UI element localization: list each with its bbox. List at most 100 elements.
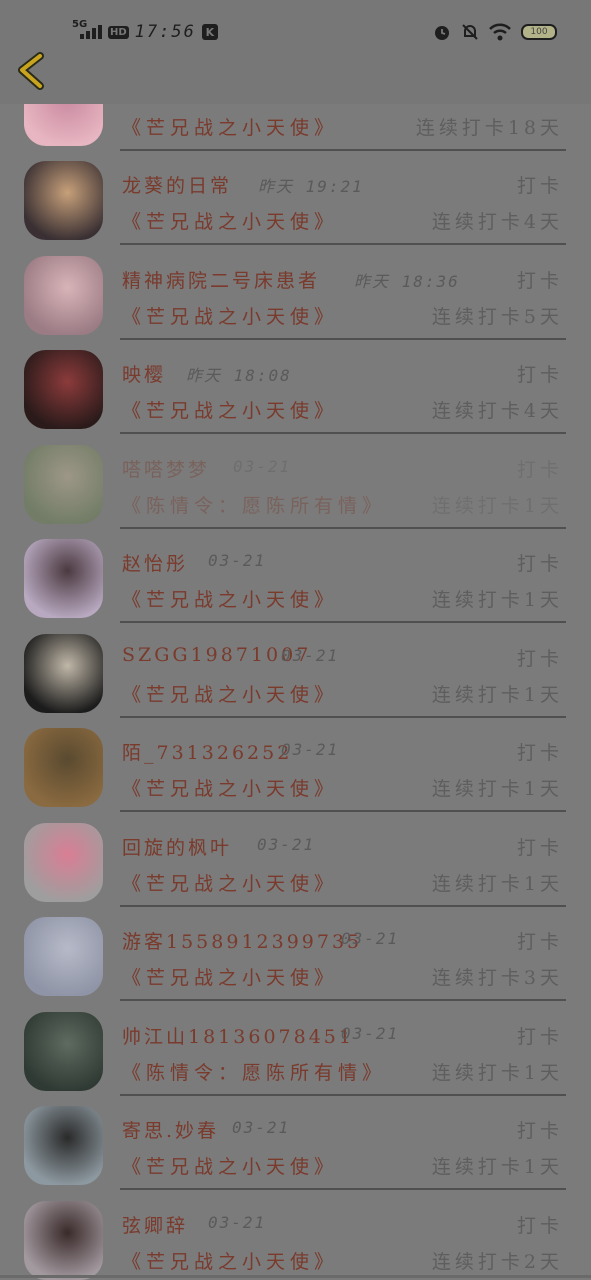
streak-count: 连续打卡1天 [431, 873, 563, 895]
avatar[interactable] [24, 1012, 103, 1091]
list-item[interactable]: 陌_731326252 03-21 打卡 《芒兄战之小天使》 连续打卡1天 [0, 718, 591, 813]
streak-count: 连续打卡1天 [431, 1062, 563, 1084]
book-title: 《芒兄战之小天使》 [122, 778, 339, 800]
hd-badge: HD [108, 25, 129, 39]
book-title: 《芒兄战之小天使》 [122, 1156, 339, 1178]
list-item[interactable]: 嗒嗒梦梦 03-21 打卡 《陈情令：愿陈所有情》 连续打卡1天 [0, 435, 591, 530]
list-item[interactable]: 帅江山18136078451 03-21 打卡 《陈情令：愿陈所有情》 连续打卡1天 [0, 1002, 591, 1097]
avatar[interactable] [24, 350, 103, 429]
status-bar: 5G HD 17:56 K 100 [0, 0, 591, 52]
avatar[interactable] [24, 917, 103, 996]
book-title: 《芒兄战之小天使》 [122, 967, 339, 989]
book-title: 《芒兄战之小天使》 [122, 589, 339, 611]
avatar[interactable] [24, 1201, 103, 1280]
list-item[interactable]: 《芒兄战之小天使》 连续打卡18天 [0, 104, 591, 152]
book-title: 《芒兄战之小天使》 [122, 306, 339, 328]
avatar[interactable] [24, 1106, 103, 1185]
user-name: 游客1558912399735 [122, 931, 363, 953]
checkin-action: 打卡 [516, 270, 563, 292]
user-name: 精神病院二号床患者 [122, 270, 321, 292]
checkin-time: 昨天 18:36 [354, 272, 460, 291]
book-title: 《芒兄战之小天使》 [122, 400, 339, 422]
battery-icon: 100 [521, 24, 557, 40]
alarm-icon [435, 26, 449, 40]
checkin-action: 打卡 [516, 175, 563, 197]
avatar[interactable] [24, 634, 103, 713]
app-notification-icon: K [201, 24, 218, 40]
book-title: 《芒兄战之小天使》 [122, 1251, 339, 1273]
streak-count: 连续打卡18天 [415, 117, 563, 139]
user-name: 帅江山18136078451 [122, 1026, 354, 1048]
list-item[interactable]: 精神病院二号床患者 昨天 18:36 打卡《芒兄战之小天使》 连续打卡5天 [0, 246, 591, 341]
wifi-icon [489, 23, 511, 41]
avatar[interactable] [24, 823, 103, 902]
row-divider [120, 432, 566, 434]
book-title: 《陈情令：愿陈所有情》 [122, 495, 387, 517]
streak-count: 连续打卡5天 [431, 306, 563, 328]
streak-count: 连续打卡1天 [431, 778, 563, 800]
book-title: 《芒兄战之小天使》 [122, 684, 339, 706]
list-item[interactable]: 弦卿辞 03-21 打卡《芒兄战之小天使》 连续打卡2天 [0, 1191, 591, 1280]
avatar[interactable] [24, 161, 103, 240]
checkin-time: 昨天 19:21 [258, 177, 364, 196]
checkin-list: 《芒兄战之小天使》 连续打卡18天 龙葵的日常 昨天 19:21 打卡 《芒兄战之小天使》… [0, 104, 591, 1280]
checkin-action: 打卡 [516, 1120, 563, 1142]
signal-icon: 5G [72, 19, 102, 43]
back-button[interactable] [14, 52, 50, 90]
checkin-action: 打卡 [516, 648, 563, 670]
checkin-time: 昨天 18:08 [186, 366, 292, 385]
checkin-action: 打卡 [516, 364, 563, 386]
checkin-time: 03-21 [208, 1213, 267, 1232]
user-name: 陌_731326252 [122, 742, 293, 764]
row-divider [120, 243, 566, 245]
mute-bell-icon [462, 24, 478, 40]
checkin-action: 打卡 [516, 931, 563, 953]
checkin-time: 03-21 [257, 835, 316, 854]
checkin-action: 打卡 [516, 459, 563, 481]
clock: 17:56 [134, 22, 196, 42]
chevron-left-icon [18, 52, 44, 90]
checkin-time: 03-21 [208, 551, 267, 570]
avatar[interactable] [24, 104, 103, 146]
checkin-time: 03-21 [281, 646, 340, 665]
user-name: 弦卿辞 [122, 1215, 189, 1237]
status-right: 100 [433, 20, 557, 44]
streak-count: 连续打卡4天 [431, 400, 563, 422]
streak-count: 连续打卡1天 [431, 684, 563, 706]
row-divider [120, 810, 566, 812]
nav-bar [0, 52, 591, 104]
checkin-action: 打卡 [516, 553, 563, 575]
checkin-action: 打卡 [516, 1026, 563, 1048]
checkin-action: 打卡 [516, 837, 563, 859]
checkin-time: 03-21 [232, 1118, 291, 1137]
avatar[interactable] [24, 728, 103, 807]
book-title: 《芒兄战之小天使》 [122, 211, 339, 233]
checkin-time: 03-21 [233, 457, 292, 476]
avatar[interactable] [24, 445, 103, 524]
list-item[interactable]: 回旋的枫叶 03-21 打卡《芒兄战之小天使》 连续打卡1天 [0, 813, 591, 908]
streak-count: 连续打卡1天 [431, 589, 563, 611]
list-item[interactable]: SZGG19871007 03-21 打卡 《芒兄战之小天使》 连续打卡1天 [0, 624, 591, 719]
checkin-action: 打卡 [516, 1215, 563, 1237]
book-title: 《芒兄战之小天使》 [122, 117, 339, 139]
row-divider [120, 999, 566, 1001]
user-name: 回旋的枫叶 [122, 837, 233, 859]
streak-count: 连续打卡3天 [431, 967, 563, 989]
list-item[interactable]: 寄思.妙春 03-21 打卡《芒兄战之小天使》 连续打卡1天 [0, 1096, 591, 1191]
user-name: 寄思.妙春 [122, 1120, 220, 1142]
avatar[interactable] [24, 539, 103, 618]
streak-count: 连续打卡2天 [431, 1251, 563, 1273]
checkin-time: 03-21 [341, 1024, 400, 1043]
list-item[interactable]: 映樱 昨天 18:08 打卡《芒兄战之小天使》 连续打卡4天 [0, 340, 591, 435]
avatar[interactable] [24, 256, 103, 335]
streak-count: 连续打卡1天 [431, 1156, 563, 1178]
book-title: 《芒兄战之小天使》 [122, 873, 339, 895]
row-divider [120, 621, 566, 623]
list-item[interactable]: 龙葵的日常 昨天 19:21 打卡 《芒兄战之小天使》 连续打卡4天 [0, 151, 591, 246]
user-name: 映樱 [122, 364, 167, 386]
list-item[interactable]: 赵怡彤 03-21 打卡 《芒兄战之小天使》 连续打卡1天 [0, 529, 591, 624]
user-name: 嗒嗒梦梦 [122, 459, 211, 481]
checkin-time: 03-21 [341, 929, 400, 948]
list-item[interactable]: 游客1558912399735 03-21 打卡《芒兄战之小天使》 连续打卡3天 [0, 907, 591, 1002]
status-left: 5G HD 17:56 K [72, 18, 218, 46]
